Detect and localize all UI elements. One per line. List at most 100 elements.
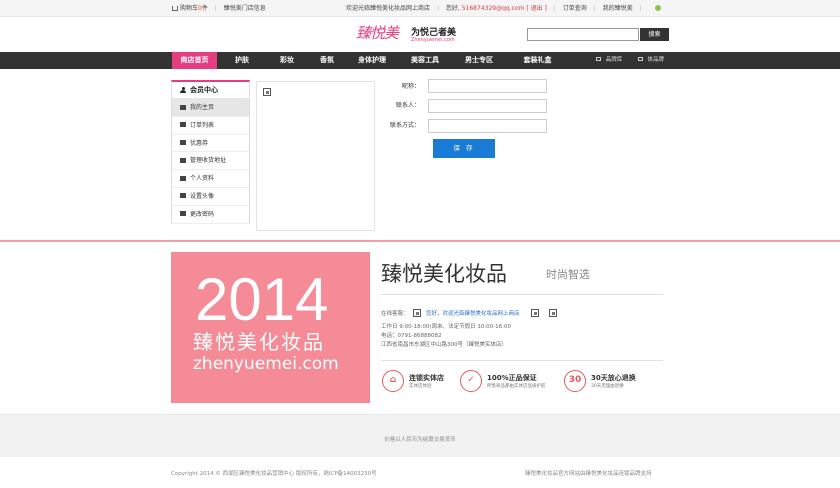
sidebar-item-label: 更改密码 — [190, 210, 215, 218]
site-logo[interactable]: 臻悦美 为悦己者美 Zhenyuemei.com — [356, 22, 466, 48]
weibo-icon[interactable] — [654, 5, 661, 11]
sidebar-item-orders[interactable]: 订单列表 — [172, 117, 249, 135]
password-icon — [180, 211, 186, 217]
nav-item-3[interactable]: 香氛 — [307, 52, 347, 69]
promo-cn-name: 臻悦美化妆品 — [193, 330, 325, 354]
feature-title: 100%正品保证 — [487, 374, 537, 382]
sidebar-item-label: 设置头像 — [190, 192, 215, 200]
brand-subtitle: 时尚智选 — [546, 268, 590, 281]
nav-item-2[interactable]: 彩妆 — [267, 52, 307, 69]
feature-title: 30天放心退换 — [591, 374, 636, 382]
nav-item-4[interactable]: 身体护理 — [347, 52, 397, 69]
online-service-label: 在线客服： — [381, 311, 409, 317]
section-divider — [0, 240, 840, 242]
store-icon: ⌂ — [382, 370, 404, 392]
nav-item-7[interactable]: 套装礼盒 — [510, 52, 565, 69]
sidebar-title-text: 会员中心 — [190, 86, 218, 94]
feature-subtitle: 所售商品都由实体店品质护航 — [487, 384, 546, 389]
order-query-link[interactable]: 订单查询 — [563, 5, 587, 12]
orders-icon — [180, 122, 186, 128]
sidebar-item-label: 我的主页 — [190, 104, 215, 111]
greeting-text: 您好, — [445, 5, 460, 12]
feature-1: ✓ 100%正品保证所售商品都由实体店品质护航 — [460, 370, 560, 392]
contact-method-input[interactable] — [428, 119, 547, 133]
coupons-icon — [180, 140, 186, 146]
contact-input[interactable] — [428, 99, 547, 113]
nickname-label: 昵称： — [401, 83, 420, 90]
feature-title: 连锁实体店 — [409, 374, 444, 382]
nickname-input[interactable] — [428, 79, 547, 93]
nav-link-brands[interactable]: 体品牌 — [648, 57, 665, 63]
search-button[interactable]: 搜索 — [640, 28, 669, 41]
brand-divider — [381, 294, 663, 295]
sidebar-item-password[interactable]: 更改密码 — [172, 206, 249, 224]
member-sidebar: 会员中心 我的主页订单列表优惠券管理收货地址 个人资料设置头像更改密码 — [171, 80, 250, 224]
sidebar-item-coupons[interactable]: 优惠券 — [172, 135, 249, 153]
search-input[interactable] — [527, 28, 639, 41]
nav-item-6[interactable]: 男士专区 — [454, 52, 504, 69]
contact-label: 联系人： — [395, 102, 420, 109]
sidebar-item-label: 优惠券 — [190, 139, 209, 147]
logo-script: 臻悦美 — [356, 24, 399, 42]
sidebar-item-home[interactable]: 我的主页 — [172, 99, 249, 117]
promo-year: 2014 — [195, 266, 329, 333]
feature-divider — [381, 360, 663, 361]
cart-unit: 件 — [201, 5, 208, 12]
nav-right-links: 品牌库 体品牌 — [596, 52, 664, 69]
brand-title: 臻悦美化妆品 — [381, 262, 507, 286]
feature-2: 30 30天放心退换 30天无理由退换 — [564, 370, 664, 392]
header: 臻悦美 为悦己者美 Zhenyuemei.com 搜索 — [0, 17, 840, 52]
business-hours: 工作日 9:00-18:00(周末、法定节假日 10:00-16:00 — [381, 324, 512, 330]
sidebar-item-profile[interactable]: 个人资料 — [172, 170, 249, 188]
logo-domain: Zhenyuemei.com — [411, 37, 455, 43]
my-account-link[interactable]: 我的臻悦美 — [603, 5, 633, 12]
return-30-icon: 30 — [564, 370, 586, 392]
brand-icon — [637, 57, 643, 61]
user-email-link[interactable]: 516874329@qq.com — [462, 5, 525, 12]
avatar-box — [256, 81, 375, 231]
brand-library-icon — [596, 57, 601, 61]
phone-number: 电话：0791-86888082 — [381, 333, 442, 339]
nav-item-1[interactable]: 护肤 — [222, 52, 262, 69]
promo-domain: zhenyuemei.com — [193, 354, 339, 374]
sidebar-item-addresses[interactable]: 管理收货地址 — [172, 152, 249, 171]
nav-item-5[interactable]: 美容工具 — [400, 52, 450, 69]
support-note: 臻悦美化妆品官方网站由臻悦美化妆品连锁品牌支持 — [525, 471, 652, 477]
sidebar-item-label: 个人资料 — [190, 175, 215, 183]
welcome-text: 欢迎光临臻悦美化妆品网上商店 — [346, 5, 431, 12]
save-button[interactable]: 保 存 — [433, 139, 495, 158]
store-address: 江西省南昌市东湖区中山路300号（臻悦美实体店） — [381, 342, 507, 348]
currency-note: 价格以人民币为结算交易货币 — [384, 437, 456, 443]
shield-icon: ✓ — [460, 370, 482, 392]
cart-label: 购物车 — [180, 5, 199, 12]
avatar-image-icon — [263, 88, 271, 96]
user-icon — [180, 87, 186, 93]
sidebar-title: 会员中心 — [172, 82, 249, 99]
main-nav: 商店首页 护肤 彩妆 香氛 身体护理 美容工具 男士专区 套装礼盒 品牌库 体品牌 — [0, 52, 840, 69]
copyright: Copyright 2014 © 西湖区臻悦美化妆品营销中心 版权所有，赣ICP… — [171, 471, 377, 477]
feature-subtitle: 实体店体验 — [409, 384, 432, 389]
store-info-link[interactable]: 臻悦美门店信息 — [224, 5, 266, 12]
footer-band: 价格以人民币为结算交易货币 — [0, 414, 840, 457]
cart-icon — [172, 6, 178, 11]
nav-item-0[interactable]: 商店首页 — [172, 52, 217, 69]
service-greeting-link[interactable]: 您好，欢迎光临臻悦美化妆品网上商店 — [426, 311, 520, 317]
profile-icon — [180, 175, 186, 181]
contact-method-label: 联系方式： — [389, 122, 420, 129]
qq-icon-3[interactable] — [549, 309, 558, 317]
sidebar-item-avatar[interactable]: 设置头像 — [172, 188, 249, 206]
nav-link-brand-library[interactable]: 品牌库 — [606, 57, 623, 63]
sidebar-item-label: 管理收货地址 — [190, 157, 227, 165]
sidebar-item-label: 订单列表 — [190, 121, 215, 129]
qq-icon[interactable] — [413, 309, 422, 317]
top-bar: 购物车0件 | 臻悦美门店信息 欢迎光临臻悦美化妆品网上商店 | 您好, 516… — [0, 0, 840, 17]
avatar-icon — [180, 193, 186, 199]
promo-banner: 2014 臻悦美化妆品 zhenyuemei.com — [171, 252, 370, 403]
home-icon — [180, 104, 186, 110]
feature-subtitle: 30天无理由退换 — [591, 384, 624, 389]
logout-link[interactable]: [ 退出 ] — [526, 5, 547, 12]
online-service-row: 在线客服： 您好，欢迎光临臻悦美化妆品网上商店 — [381, 309, 558, 317]
cart-link[interactable]: 购物车0件 — [172, 5, 208, 12]
addresses-icon — [180, 157, 186, 163]
qq-icon-2[interactable] — [531, 309, 540, 317]
